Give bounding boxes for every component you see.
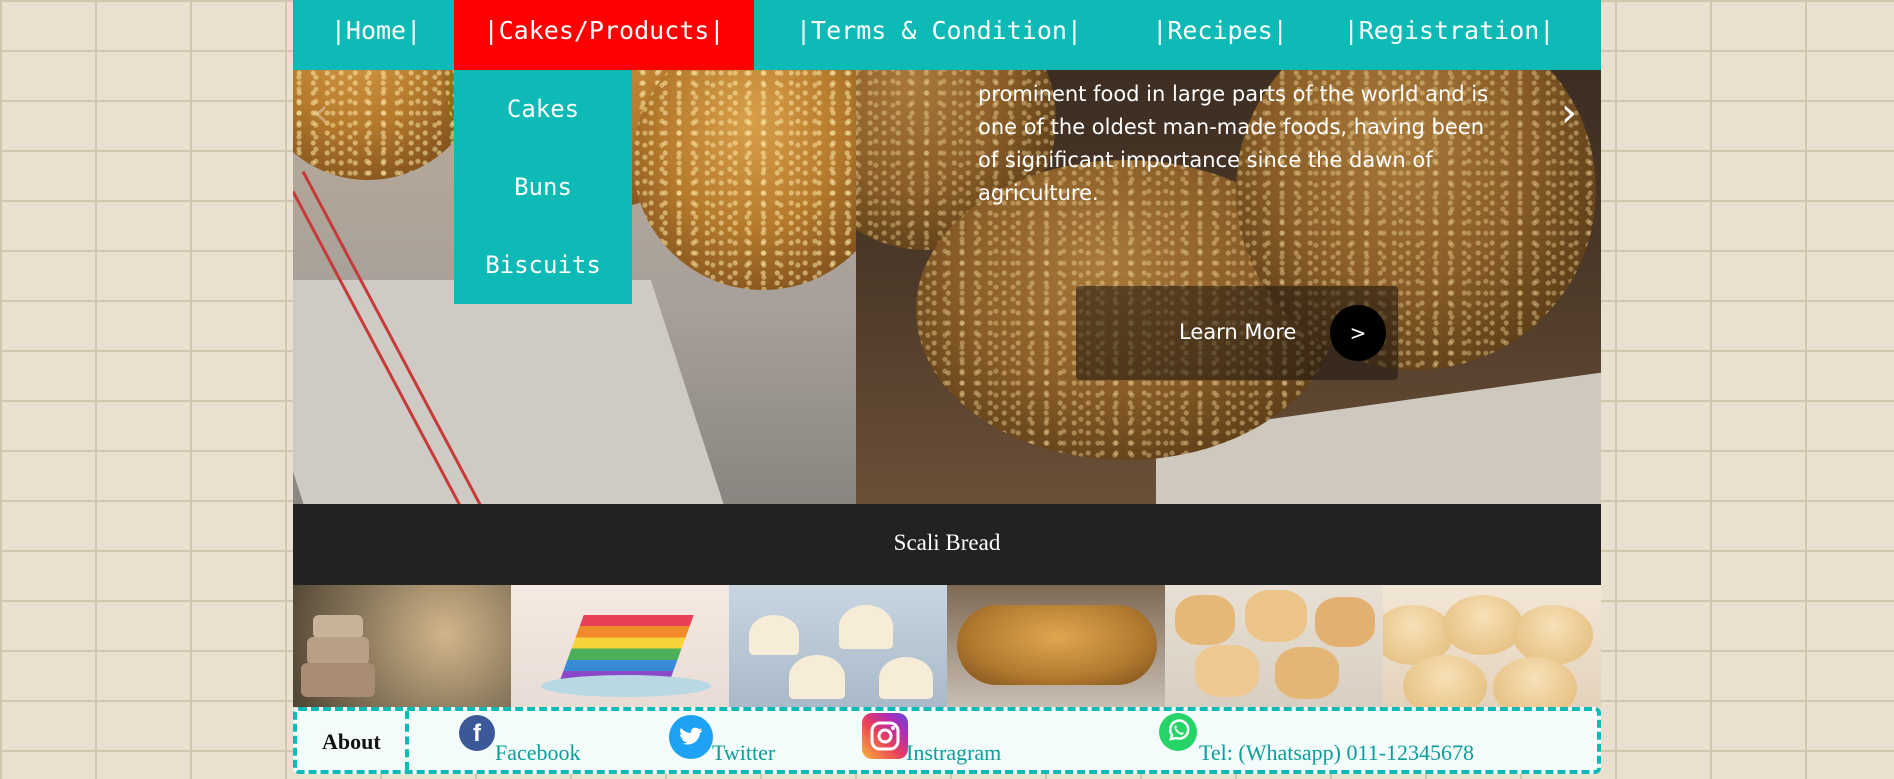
facebook-icon: f (459, 715, 495, 751)
twitter-link[interactable]: Twitter (667, 715, 797, 770)
facebook-link[interactable]: f Facebook (457, 715, 607, 770)
top-navigation: |Home| |Cakes/Products| |Terms & Conditi… (293, 0, 1601, 70)
whatsapp-label: Tel: (Whatsapp) 011-12345678 (1199, 740, 1475, 765)
next-slide-arrow-icon[interactable]: › (1561, 90, 1577, 136)
whatsapp-contact[interactable]: Tel: (Whatsapp) 011-12345678 (1157, 713, 1517, 770)
about-link[interactable]: About (322, 729, 381, 755)
dropdown-item-cakes[interactable]: Cakes (454, 70, 632, 148)
nav-terms-condition[interactable]: |Terms & Condition| (784, 0, 1094, 70)
rainbow-cake-image[interactable] (511, 585, 729, 707)
prev-slide-arrow-icon[interactable]: ‹ (313, 90, 329, 136)
tiered-cake-image[interactable] (293, 585, 511, 707)
hero-text-line: prominent food in large parts of the wor… (978, 82, 1489, 106)
nav-recipes[interactable]: |Recipes| (1141, 0, 1299, 70)
biscuits-image[interactable] (1165, 585, 1383, 707)
instagram-link[interactable]: Instragram (860, 713, 1020, 770)
learn-more-label: Learn More (1179, 320, 1297, 344)
hero-text-line: of significant importance since the dawn… (978, 148, 1433, 172)
hero-text-line: agriculture. (978, 181, 1099, 205)
instagram-label: Instragram (906, 740, 1002, 765)
dropdown-item-buns[interactable]: Buns (454, 148, 632, 226)
page: prominent food in large parts of the wor… (293, 0, 1601, 779)
products-dropdown-menu: Cakes Buns Biscuits (454, 70, 632, 304)
twitter-label: Twitter (712, 740, 776, 765)
slide-caption-title: Scali Bread (893, 530, 1001, 555)
nav-registration[interactable]: |Registration| (1335, 0, 1563, 70)
about-section: About (297, 711, 409, 770)
facebook-label: Facebook (495, 740, 581, 765)
learn-more-button[interactable]: Learn More > (1076, 286, 1398, 380)
instagram-icon (862, 713, 908, 759)
nav-home[interactable]: |Home| (329, 0, 423, 70)
hero-description: prominent food in large parts of the wor… (978, 78, 1538, 210)
nav-cakes-products[interactable]: |Cakes/Products| (454, 0, 754, 70)
whatsapp-icon (1159, 713, 1197, 751)
slide-caption-bar: Scali Bread (293, 504, 1601, 585)
braided-bread-image[interactable] (947, 585, 1165, 707)
cupcakes-image[interactable] (729, 585, 947, 707)
twitter-icon (669, 715, 713, 759)
dropdown-item-biscuits[interactable]: Biscuits (454, 226, 632, 304)
chevron-right-icon: > (1330, 305, 1386, 361)
hero-text-line: one of the oldest man-made foods, having… (978, 115, 1484, 139)
footer-bar: About f Facebook Twitter Instragram Tel:… (293, 707, 1601, 774)
buns-image[interactable] (1383, 585, 1601, 707)
thumbnail-strip (293, 585, 1601, 707)
